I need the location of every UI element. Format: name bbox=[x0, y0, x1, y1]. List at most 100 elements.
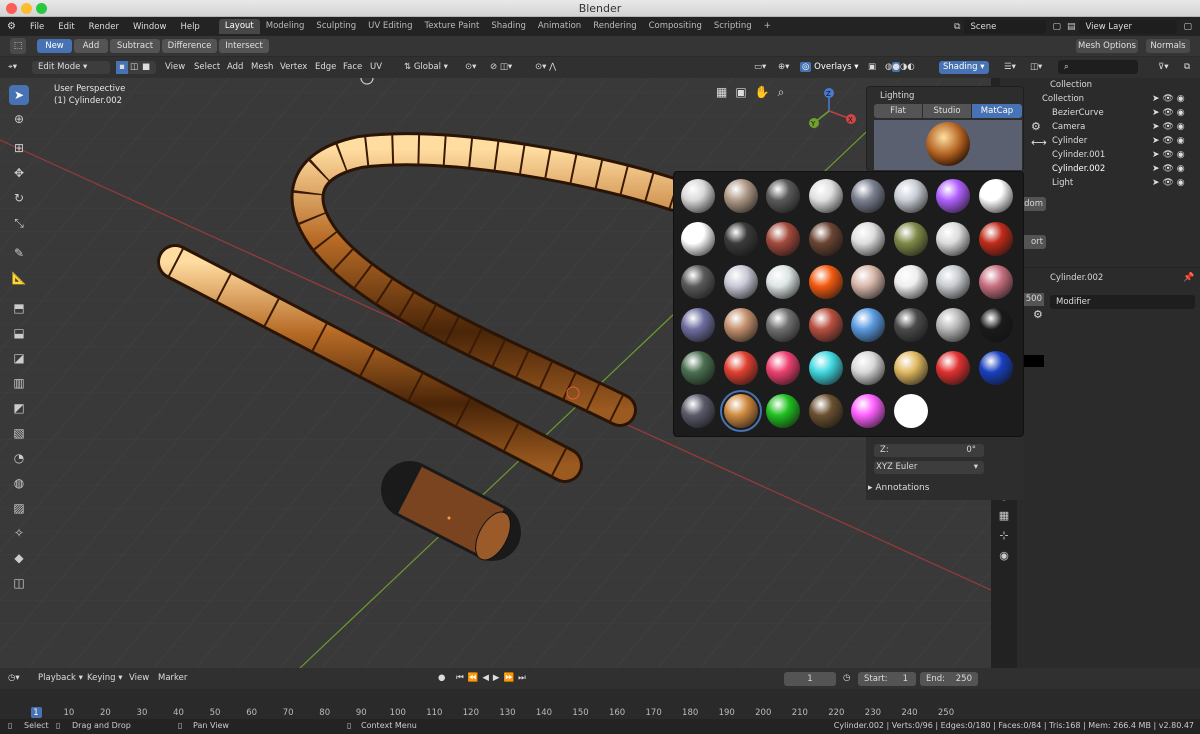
tab-uv-editing[interactable]: UV Editing bbox=[362, 19, 418, 34]
tab-modeling[interactable]: Modeling bbox=[260, 19, 311, 34]
edge-slide-tool-icon[interactable]: ▨ bbox=[9, 498, 29, 518]
blender-logo-icon[interactable]: ⚙ bbox=[0, 21, 23, 32]
record-icon[interactable]: ● bbox=[438, 673, 449, 683]
matcap-ball[interactable] bbox=[723, 351, 758, 385]
tab-rendering[interactable]: Rendering bbox=[587, 19, 642, 34]
new-collection-icon[interactable]: ⧉ bbox=[1184, 61, 1190, 74]
loop-cut-tool-icon[interactable]: ▥ bbox=[9, 373, 29, 393]
matcap-ball[interactable] bbox=[936, 265, 970, 299]
gizmo-toggle-icon[interactable]: ⊕▾ bbox=[778, 61, 789, 74]
filter-icon[interactable]: ⊽▾ bbox=[1158, 61, 1169, 74]
tab-scripting[interactable]: Scripting bbox=[708, 19, 758, 34]
matcap-ball[interactable] bbox=[936, 351, 970, 385]
matcap-ball[interactable] bbox=[851, 351, 885, 385]
overlays-toggle[interactable]: ◎ Overlays ▾ bbox=[800, 61, 859, 74]
mode-add-button[interactable]: Add bbox=[74, 39, 108, 53]
scale-tool-icon[interactable]: ⤡ bbox=[9, 213, 29, 233]
matcap-ball[interactable] bbox=[893, 351, 928, 385]
select-toggle-icon[interactable]: ➤ 👁 ◉ bbox=[1152, 176, 1185, 190]
bevel-tool-icon[interactable]: ◪ bbox=[9, 348, 29, 368]
random-button[interactable]: dom bbox=[1022, 197, 1046, 211]
matcap-preview[interactable] bbox=[874, 120, 1022, 170]
outliner-search-field[interactable]: ⌕ bbox=[1058, 60, 1138, 74]
zoom-window-button[interactable] bbox=[36, 3, 47, 14]
matcap-ball[interactable] bbox=[766, 308, 800, 342]
matcap-ball[interactable] bbox=[719, 390, 762, 432]
collection-label[interactable]: Collection bbox=[1042, 92, 1084, 106]
outliner-item-cylinder-001[interactable]: Cylinder.001 bbox=[1052, 148, 1105, 162]
select-tool-icon[interactable]: ➤ bbox=[9, 85, 29, 105]
jump-start-icon[interactable]: ⏮ bbox=[456, 673, 468, 683]
matcap-ball[interactable] bbox=[936, 179, 970, 213]
matcap-ball[interactable] bbox=[893, 308, 928, 342]
menu-vertex[interactable]: Vertex bbox=[280, 61, 307, 74]
tab-texture-paint[interactable]: Texture Paint bbox=[418, 19, 485, 34]
matcap-ball[interactable] bbox=[808, 351, 843, 385]
data-tab-icon[interactable]: ▦ bbox=[991, 506, 1017, 526]
matcap-ball[interactable] bbox=[723, 222, 758, 256]
matcap-ball[interactable] bbox=[851, 308, 885, 342]
menu-file[interactable]: File bbox=[23, 22, 51, 32]
menu-playback[interactable]: Playback ▾ bbox=[38, 672, 83, 685]
matcap-ball[interactable] bbox=[808, 179, 843, 213]
select-toggle-icon[interactable]: ➤ 👁 ◉ bbox=[1152, 148, 1185, 162]
texture-tab-icon[interactable]: ◉ bbox=[991, 546, 1017, 566]
shading-popover-button[interactable]: Shading ▾ bbox=[939, 61, 989, 74]
current-frame-field[interactable]: 1 bbox=[784, 672, 836, 686]
axis-gizmo[interactable]: Z X Y bbox=[806, 86, 862, 136]
select-toggle-icon[interactable]: ➤ 👁 ◉ bbox=[1152, 162, 1185, 176]
matcap-ball[interactable] bbox=[978, 351, 1013, 385]
measure-tool-icon[interactable]: 📐 bbox=[9, 268, 29, 288]
knife-tool-icon[interactable]: ◩ bbox=[9, 398, 29, 418]
menu-select[interactable]: Select bbox=[194, 61, 220, 74]
end-frame-field[interactable]: End: 250 bbox=[920, 672, 978, 686]
prev-keyframe-icon[interactable]: ⏪ bbox=[468, 673, 483, 683]
shading-mode-buttons[interactable]: ◍●◑◐ bbox=[885, 61, 915, 74]
scene-field[interactable]: Scene bbox=[964, 19, 1047, 34]
tab-animation[interactable]: Animation bbox=[532, 19, 587, 34]
move-arrows-icon[interactable]: ✥ bbox=[9, 163, 29, 183]
matcap-ball[interactable] bbox=[936, 308, 970, 342]
matcap-ball[interactable] bbox=[893, 265, 928, 299]
matcap-ball[interactable] bbox=[766, 179, 800, 213]
matcap-ball[interactable] bbox=[893, 222, 928, 256]
annotations-panel-header[interactable]: ▸ Annotations bbox=[868, 483, 929, 493]
move-tool-icon[interactable]: ⊞ bbox=[9, 138, 29, 158]
start-frame-field[interactable]: Start: 1 bbox=[858, 672, 916, 686]
mode-intersect-button[interactable]: Intersect bbox=[219, 39, 269, 53]
matcap-ball[interactable] bbox=[808, 265, 843, 299]
mesh-options-dropdown[interactable]: Mesh Options bbox=[1076, 39, 1138, 53]
inset-tool-icon[interactable]: ⬓ bbox=[9, 323, 29, 343]
menu-face[interactable]: Face bbox=[343, 61, 362, 74]
matcap-ball[interactable] bbox=[808, 222, 843, 256]
matcap-ball[interactable] bbox=[723, 265, 758, 299]
new-scene-icon[interactable]: ▢ bbox=[1052, 22, 1061, 32]
rotation-z-field[interactable]: Z: 0° bbox=[874, 444, 984, 457]
mode-difference-button[interactable]: Difference bbox=[162, 39, 217, 53]
matcap-ball[interactable] bbox=[808, 308, 843, 342]
solid-shading-icon[interactable]: ● bbox=[892, 62, 900, 72]
play-reverse-icon[interactable]: ◀ bbox=[482, 673, 493, 683]
cursor-tool-icon[interactable]: ⊕ bbox=[9, 109, 29, 129]
menu-marker[interactable]: Marker bbox=[158, 672, 187, 685]
transform-orientation-dropdown[interactable]: ⇅ Global ▾ bbox=[404, 61, 448, 74]
matcap-ball[interactable] bbox=[893, 179, 928, 213]
matcap-ball[interactable] bbox=[681, 179, 715, 213]
matcap-ball[interactable] bbox=[766, 394, 800, 428]
menu-edit[interactable]: Edit bbox=[51, 22, 81, 32]
vertex-select-icon[interactable]: ▪ bbox=[116, 61, 128, 74]
matcap-settings-icon[interactable]: ⚙ bbox=[1031, 120, 1041, 133]
xray-icon[interactable]: ▣ bbox=[868, 61, 876, 74]
minimize-window-button[interactable] bbox=[21, 3, 32, 14]
flip-matcap-icon[interactable]: ⟷ bbox=[1031, 136, 1047, 149]
matcap-ball[interactable] bbox=[851, 222, 885, 256]
matcap-ball[interactable] bbox=[681, 222, 715, 256]
add-modifier-dropdown[interactable]: Modifier bbox=[1050, 295, 1195, 309]
select-box-tool-icon[interactable]: ⬚ bbox=[10, 38, 26, 54]
menu-help[interactable]: Help bbox=[173, 22, 206, 32]
spin-tool-icon[interactable]: ◔ bbox=[9, 448, 29, 468]
snap-icon[interactable]: ⊘ ◫▾ bbox=[490, 61, 512, 74]
timeline-editor-icon[interactable]: ◷▾ bbox=[8, 672, 20, 685]
matcap-ball[interactable] bbox=[893, 394, 928, 428]
rotate-tool-icon[interactable]: ↻ bbox=[9, 188, 29, 208]
